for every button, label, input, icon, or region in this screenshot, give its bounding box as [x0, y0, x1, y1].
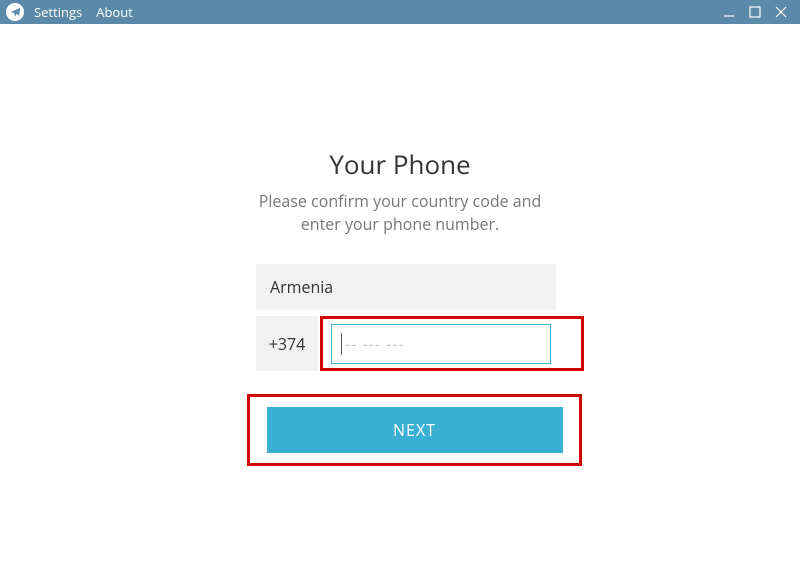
phone-number-input[interactable]: -- --- --- — [331, 324, 551, 364]
minimize-button[interactable] — [716, 0, 742, 24]
dial-code-value: +374 — [269, 333, 306, 355]
country-select[interactable]: Armenia — [256, 264, 556, 310]
content-area: Your Phone Please confirm your country c… — [0, 24, 800, 582]
maximize-button[interactable] — [742, 0, 768, 24]
page-title: Your Phone — [0, 146, 800, 182]
text-caret — [341, 333, 342, 355]
country-value: Armenia — [270, 276, 333, 298]
menu-about[interactable]: About — [96, 3, 133, 21]
subtitle-line-2: enter your phone number. — [301, 213, 499, 235]
subtitle-line-1: Please confirm your country code and — [259, 190, 542, 212]
menu-settings[interactable]: Settings — [34, 3, 82, 21]
titlebar: Settings About — [0, 0, 800, 24]
next-button[interactable]: NEXT — [267, 407, 563, 453]
dial-code-field[interactable]: +374 — [256, 316, 318, 371]
phone-input-highlight: -- --- --- — [320, 316, 584, 371]
window-controls — [716, 0, 794, 24]
app-logo-icon — [6, 3, 24, 21]
close-button[interactable] — [768, 0, 794, 24]
phone-placeholder-text: -- --- --- — [345, 333, 405, 355]
next-button-label: NEXT — [393, 419, 436, 441]
next-button-highlight: NEXT — [247, 394, 582, 466]
page-subtitle: Please confirm your country code and ent… — [0, 190, 800, 236]
